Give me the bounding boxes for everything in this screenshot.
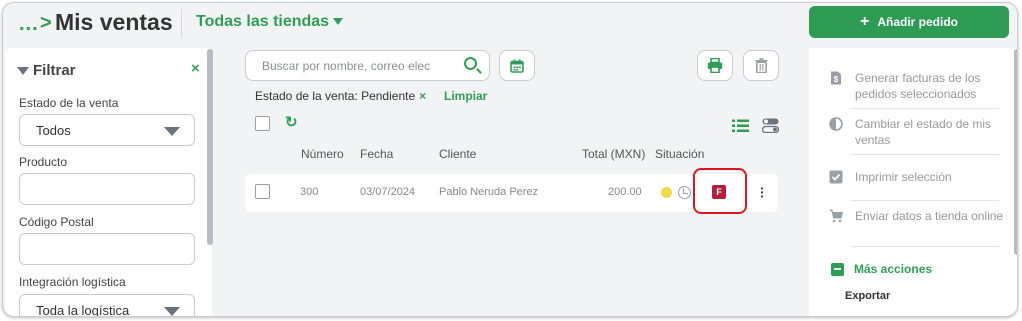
select-all-checkbox[interactable] xyxy=(255,116,270,131)
logistics-value: Toda la logística xyxy=(36,302,130,317)
row-menu-icon[interactable]: · · · xyxy=(760,181,765,203)
print-button[interactable] xyxy=(697,50,733,81)
postal-code-label: Código Postal xyxy=(19,215,94,229)
product-input[interactable] xyxy=(19,173,195,205)
row-checkbox[interactable] xyxy=(255,184,270,199)
sidebar-scrollbar[interactable] xyxy=(207,49,213,245)
action-change-status[interactable]: Cambiar el estado de mis ventas xyxy=(829,116,1009,148)
filter-title: Filtrar xyxy=(17,62,76,79)
row-client: Pablo Neruda Perez xyxy=(439,186,539,198)
sale-status-select[interactable]: Todos xyxy=(19,114,195,146)
add-order-button[interactable]: + Añadir pedido xyxy=(809,6,1009,38)
add-order-label: Añadir pedido xyxy=(877,15,958,29)
divider xyxy=(851,108,999,109)
action-label: Cambiar el estado de mis ventas xyxy=(855,117,992,147)
trash-icon xyxy=(755,58,767,73)
clear-filters-link[interactable]: Limpiar xyxy=(444,89,487,103)
more-actions-toggle[interactable]: Más acciones xyxy=(831,262,932,276)
active-filter-chip: Estado de la venta: Pendiente × xyxy=(255,89,426,103)
column-header-status[interactable]: Situación xyxy=(655,147,704,161)
search-icon[interactable] xyxy=(464,57,477,70)
chevron-down-icon xyxy=(164,307,180,316)
refresh-icon[interactable]: ↻ xyxy=(285,113,298,131)
printer-icon xyxy=(707,58,723,73)
export-action[interactable]: Exportar xyxy=(845,290,890,302)
store-selector[interactable]: Todas las tiendas xyxy=(196,13,329,31)
page-title: Mis ventas xyxy=(55,9,173,35)
action-label: Enviar datos a tienda online xyxy=(855,209,1004,223)
actions-scrollbar[interactable] xyxy=(1014,49,1017,255)
calendar-icon xyxy=(510,59,524,73)
column-header-number[interactable]: Número xyxy=(301,147,344,161)
action-print-selection[interactable]: Imprimir selección xyxy=(829,169,1009,185)
row-date: 03/07/2024 xyxy=(360,186,416,198)
toggle-view-icon[interactable] xyxy=(762,118,779,133)
divider xyxy=(851,154,999,155)
sale-status-value: Todos xyxy=(36,122,71,138)
action-label: Generar facturas de los pedidos seleccio… xyxy=(855,71,981,101)
logistics-label: Integración logística xyxy=(19,275,126,289)
action-generate-invoices[interactable]: $ Generar facturas de los pedidos selecc… xyxy=(829,70,1009,102)
filter-sidebar: Filtrar × Estado de la venta Todos Produ… xyxy=(5,48,212,317)
postal-code-input[interactable] xyxy=(19,233,195,265)
plus-icon: + xyxy=(859,13,870,30)
column-header-date[interactable]: Fecha xyxy=(360,147,393,161)
checkbox-icon xyxy=(829,170,843,184)
chevron-down-icon[interactable] xyxy=(333,18,343,25)
action-label: Imprimir selección xyxy=(855,170,952,184)
chevron-down-icon xyxy=(164,127,180,136)
close-filter-icon[interactable]: × xyxy=(191,60,200,77)
product-label: Producto xyxy=(19,155,68,169)
cart-icon xyxy=(829,209,843,223)
divider xyxy=(851,200,999,201)
list-view-icon[interactable] xyxy=(732,119,749,133)
breadcrumb-arrow-icon: > xyxy=(40,12,52,34)
filter-title-label: Filtrar xyxy=(33,62,76,79)
highlight-annotation xyxy=(693,168,747,214)
search-input[interactable]: Buscar por nombre, correo elec xyxy=(245,50,490,81)
more-actions-label: Más acciones xyxy=(854,262,933,276)
active-filter-label: Estado de la venta: Pendiente xyxy=(255,89,416,103)
actions-panel: $ Generar facturas de los pedidos selecc… xyxy=(809,48,1017,316)
invoice-icon: $ xyxy=(831,71,841,85)
column-header-total[interactable]: Total (MXN) xyxy=(582,147,645,161)
app-window: ... > Mis ventas Todas las tiendas + Aña… xyxy=(2,2,1018,317)
action-send-online-store[interactable]: Enviar datos a tienda online xyxy=(829,208,1009,224)
delete-button[interactable] xyxy=(743,50,779,81)
divider xyxy=(851,246,999,247)
half-circle-icon xyxy=(829,117,843,131)
collapse-icon xyxy=(831,262,844,276)
logistics-select[interactable]: Toda la logística xyxy=(19,294,195,317)
column-header-client[interactable]: Cliente xyxy=(439,147,476,161)
row-total: 200.00 xyxy=(608,186,642,198)
status-dot xyxy=(661,187,672,198)
header-divider xyxy=(181,9,182,37)
row-number: 300 xyxy=(300,186,319,198)
calendar-button[interactable] xyxy=(499,50,535,81)
svg-text:$: $ xyxy=(834,75,839,84)
clock-icon xyxy=(678,186,691,199)
breadcrumb-ellipsis[interactable]: ... xyxy=(19,13,39,36)
filter-icon xyxy=(17,66,29,75)
remove-filter-icon[interactable]: × xyxy=(419,89,426,103)
sale-status-label: Estado de la venta xyxy=(19,96,119,110)
page-header: ... > Mis ventas Todas las tiendas + Aña… xyxy=(3,3,1017,45)
search-placeholder: Buscar por nombre, correo elec xyxy=(262,58,431,73)
